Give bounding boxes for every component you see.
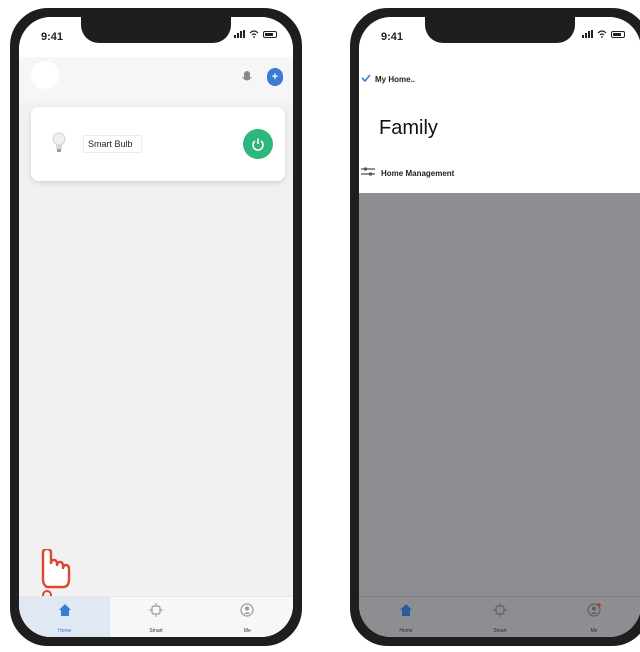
tab-label: Smart <box>493 628 507 634</box>
system-icons <box>582 30 625 38</box>
checkmark-icon <box>361 74 371 82</box>
wifi-icon <box>249 30 259 38</box>
settings-sliders-icon <box>361 167 375 176</box>
wifi-icon <box>597 30 607 38</box>
bulb-icon <box>52 132 66 152</box>
tab-me[interactable]: Me <box>547 597 640 637</box>
home-icon <box>58 604 71 616</box>
bottom-tab-bar: Home Smart Me <box>19 596 293 637</box>
tab-smart[interactable]: Smart <box>453 597 547 637</box>
phone-screen: 9:41 + Smart Bulb Home Smart Me <box>19 17 293 637</box>
menu-item-family[interactable]: Family <box>379 117 438 140</box>
tab-label: Smart <box>149 628 163 634</box>
menu-item-my-home[interactable]: My Home.. <box>375 75 415 84</box>
phone-home-screen: 9:41 + Smart Bulb Home Smart Me <box>10 8 302 646</box>
home-switcher-menu: My Home.. Family Home Management <box>359 57 640 193</box>
phone-screen: 9:41 My Home.. Family Home Management Ho… <box>359 17 640 637</box>
power-button[interactable] <box>243 129 273 159</box>
status-time: 9:41 <box>381 31 404 43</box>
tutorial-stage: 9:41 + Smart Bulb Home Smart Me 9:41 My … <box>0 0 640 652</box>
microphone-icon[interactable] <box>241 70 253 84</box>
device-card[interactable]: Smart Bulb <box>31 107 285 181</box>
avatar[interactable] <box>31 61 59 89</box>
phone-home-menu: 9:41 My Home.. Family Home Management Ho… <box>350 8 640 646</box>
tab-home[interactable]: Home <box>19 597 111 637</box>
signal-icon <box>234 30 245 38</box>
smart-icon <box>148 603 163 617</box>
status-time: 9:41 <box>41 31 64 43</box>
add-device-button[interactable]: + <box>267 68 283 86</box>
smart-icon <box>493 603 507 617</box>
profile-icon <box>240 603 254 617</box>
tab-home[interactable]: Home <box>359 597 453 637</box>
phone-notch <box>81 17 231 43</box>
home-icon <box>400 604 412 616</box>
dim-overlay[interactable] <box>359 193 640 637</box>
device-name: Smart Bulb <box>83 135 142 153</box>
tab-label: Home <box>399 628 413 634</box>
bottom-tab-bar: Home Smart Me <box>359 596 640 637</box>
tab-label: Me <box>243 628 251 634</box>
power-icon <box>252 138 264 151</box>
home-header: + <box>19 57 293 103</box>
battery-icon <box>263 30 277 38</box>
profile-icon <box>587 603 601 617</box>
tab-smart[interactable]: Smart <box>110 597 201 637</box>
tap-hand-icon <box>41 549 71 600</box>
tab-me[interactable]: Me <box>202 597 293 637</box>
menu-item-home-management[interactable]: Home Management <box>381 169 454 178</box>
signal-icon <box>582 30 593 38</box>
system-icons <box>234 30 277 38</box>
tab-label: Me <box>590 628 598 634</box>
battery-icon <box>611 30 625 38</box>
tab-label: Home <box>57 628 72 634</box>
phone-notch <box>425 17 575 43</box>
